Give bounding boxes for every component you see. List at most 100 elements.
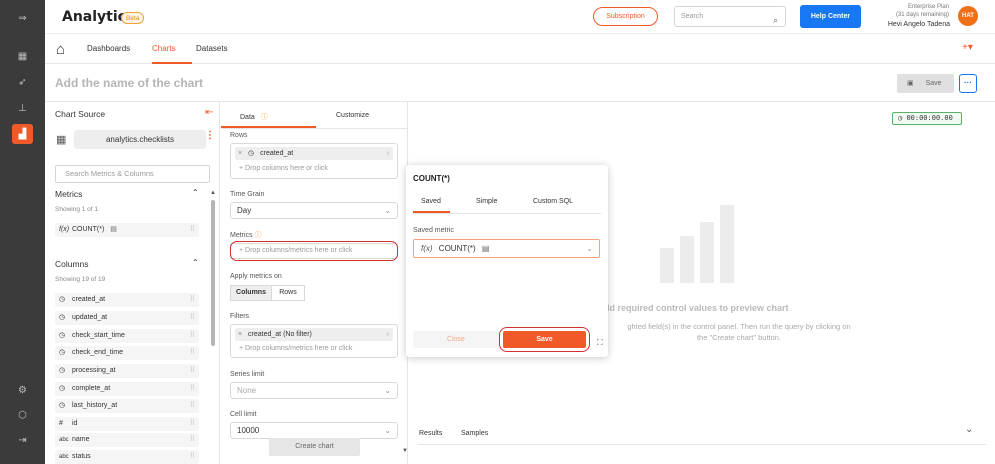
function-icon: f(x) [59, 226, 70, 233]
clock-icon: ◷ [59, 385, 66, 392]
tab-samples[interactable]: Samples [461, 430, 488, 437]
dataset-name[interactable]: analytics.checklists [74, 130, 206, 149]
cell-limit-select[interactable]: 10000 ⌄ [230, 422, 398, 439]
subscription-button[interactable]: Subscription [593, 7, 658, 26]
chart-name-input[interactable]: Add the name of the chart [55, 76, 203, 90]
help-center-button[interactable]: Help Center [800, 5, 861, 28]
remove-x-icon[interactable]: × [238, 150, 242, 157]
drag-handle-icon[interactable]: ⠿ [190, 433, 195, 447]
series-limit-select[interactable]: None ⌄ [230, 382, 398, 399]
column-item[interactable]: abc status ⠿ [55, 450, 199, 464]
metric-item[interactable]: f(x) COUNT(*) ▤ ⠿ [55, 223, 199, 237]
save-chart-button[interactable]: ▣ Save [897, 74, 954, 93]
apply-rows-option[interactable]: Rows [271, 285, 305, 301]
drag-handle-icon[interactable]: ⠿ [190, 382, 195, 396]
rows-chip[interactable]: × ◷ created_at › [235, 147, 393, 160]
scroll-up-arrow-icon[interactable]: ▲ [210, 190, 216, 196]
drag-handle-icon[interactable]: ⠿ [190, 364, 195, 378]
filter-chip[interactable]: × created_at (No filter) › [235, 328, 393, 341]
empty-state-line-2: the "Create chart" button. [696, 333, 782, 342]
search-input[interactable]: Search ⌕ [674, 6, 786, 27]
column-item[interactable]: ◷ check_end_time ⠿ [55, 346, 199, 360]
drag-handle-icon[interactable]: ⠿ [190, 346, 195, 360]
time-grain-label: Time Grain [230, 191, 265, 198]
timer-value: 00:00:00.00 [906, 114, 953, 122]
tab-data-label: Data [240, 114, 255, 121]
tab-charts[interactable]: Charts [152, 44, 176, 53]
column-label: id [72, 420, 78, 427]
save-label: Save [925, 80, 942, 87]
charts-icon[interactable]: ▟ [12, 124, 33, 144]
drag-handle-icon[interactable]: ⠿ [190, 293, 195, 307]
tab-dashboards[interactable]: Dashboards [87, 44, 130, 53]
collapse-columns-icon[interactable]: ⌃ [192, 258, 199, 267]
tab-data[interactable]: Data ⓘ [240, 112, 268, 122]
dataset-menu-icon[interactable]: ⋮ [205, 130, 215, 141]
tab-customize[interactable]: Customize [336, 112, 369, 119]
box-icon[interactable]: ⬡ [12, 405, 33, 425]
empty-state-title: dd required control values to preview ch… [604, 303, 789, 313]
saved-metric-value: COUNT(*) [438, 244, 476, 253]
add-plus-icon[interactable]: +▾ [962, 42, 973, 53]
tab-datasets[interactable]: Datasets [196, 44, 228, 53]
scroll-down-arrow-icon[interactable]: ▼ [402, 448, 408, 454]
app-rail: ⇒ ▦ ➶ ⊥ ▟ ⚙ ⬡ ⇥ [0, 0, 45, 464]
settings-gear-icon[interactable]: ⚙ [12, 380, 33, 400]
collapse-panel-icon[interactable]: ⇤ [205, 107, 213, 118]
drag-handle-icon[interactable]: ⠿ [190, 399, 195, 413]
drag-handle-icon[interactable]: ⠿ [190, 329, 195, 343]
dashboard-grid-icon[interactable]: ▦ [12, 46, 33, 66]
drag-handle-icon[interactable]: ⠿ [190, 450, 195, 464]
chevron-down-icon[interactable]: ⌄ [965, 424, 973, 435]
column-label: check_start_time [72, 332, 125, 339]
filters-drop-zone[interactable]: + Drop columns/metrics here or click [239, 345, 352, 352]
tab-simple[interactable]: Simple [476, 198, 497, 205]
plan-info: Enterprise Plan (31 days remaining) [875, 3, 949, 19]
tab-saved[interactable]: Saved [421, 198, 441, 205]
column-item[interactable]: ◷ updated_at ⠿ [55, 311, 199, 325]
filters-field[interactable]: × created_at (No filter) › + Drop column… [230, 324, 398, 358]
expand-icon[interactable]: ⛶ [597, 338, 603, 348]
metrics-columns-search-input[interactable]: Search Metrics & Columns [55, 165, 210, 183]
columns-count: Showing 19 of 19 [55, 276, 106, 283]
warning-info-icon: ⓘ [260, 114, 268, 121]
tab-custom-sql[interactable]: Custom SQL [533, 198, 573, 205]
column-item[interactable]: ◷ processing_at ⠿ [55, 364, 199, 378]
more-options-button[interactable]: ··· [959, 74, 977, 93]
apply-columns-option[interactable]: Columns [230, 285, 272, 301]
left-panel-scrollbar[interactable] [211, 200, 215, 346]
query-timer: ◷ 00:00:00.00 [892, 112, 962, 125]
results-divider [418, 444, 986, 445]
tab-results[interactable]: Results [419, 430, 442, 437]
create-chart-button[interactable]: Create chart [269, 438, 360, 456]
save-disk-icon: ▣ [907, 80, 914, 87]
drag-handle-icon[interactable]: ⠿ [190, 223, 195, 237]
column-item[interactable]: abc name ⠿ [55, 433, 199, 447]
logout-icon[interactable]: ⇥ [12, 430, 33, 450]
column-item[interactable]: ◷ last_history_at ⠿ [55, 399, 199, 413]
beta-badge: Beta [121, 12, 145, 24]
drag-handle-icon[interactable]: ⠿ [190, 417, 195, 431]
column-item[interactable]: ◷ complete_at ⠿ [55, 382, 199, 396]
column-item[interactable]: # id ⠿ [55, 417, 199, 431]
drag-handle-icon[interactable]: ⠿ [190, 311, 195, 325]
tab-divider [221, 128, 408, 129]
search-placeholder: Search [681, 13, 704, 20]
rows-drop-zone[interactable]: + Drop columns here or click [239, 165, 328, 172]
column-item[interactable]: ◷ check_start_time ⠿ [55, 329, 199, 343]
time-grain-select[interactable]: Day ⌄ [230, 202, 398, 219]
collapse-metrics-icon[interactable]: ⌃ [192, 188, 199, 197]
avatar[interactable]: HAT [958, 6, 978, 26]
saved-metric-select[interactable]: f(x) COUNT(*) ▤ ⌄ [413, 239, 600, 258]
close-button[interactable]: Close [413, 331, 499, 348]
rocket-icon[interactable]: ➶ [12, 72, 33, 92]
column-item[interactable]: ◷ created_at ⠿ [55, 293, 199, 307]
chart-title-bar: Add the name of the chart ▣ Save ··· [45, 64, 995, 102]
user-name: Hevi Angelo Tadena [887, 21, 950, 28]
home-icon[interactable]: ⌂ [56, 41, 65, 58]
function-icon: f(x) [421, 244, 433, 253]
remove-x-icon[interactable]: × [238, 331, 242, 338]
rows-field[interactable]: × ◷ created_at › + Drop columns here or … [230, 143, 398, 179]
expand-menu-icon[interactable]: ⇒ [12, 8, 33, 28]
org-chart-icon[interactable]: ⊥ [12, 98, 33, 118]
